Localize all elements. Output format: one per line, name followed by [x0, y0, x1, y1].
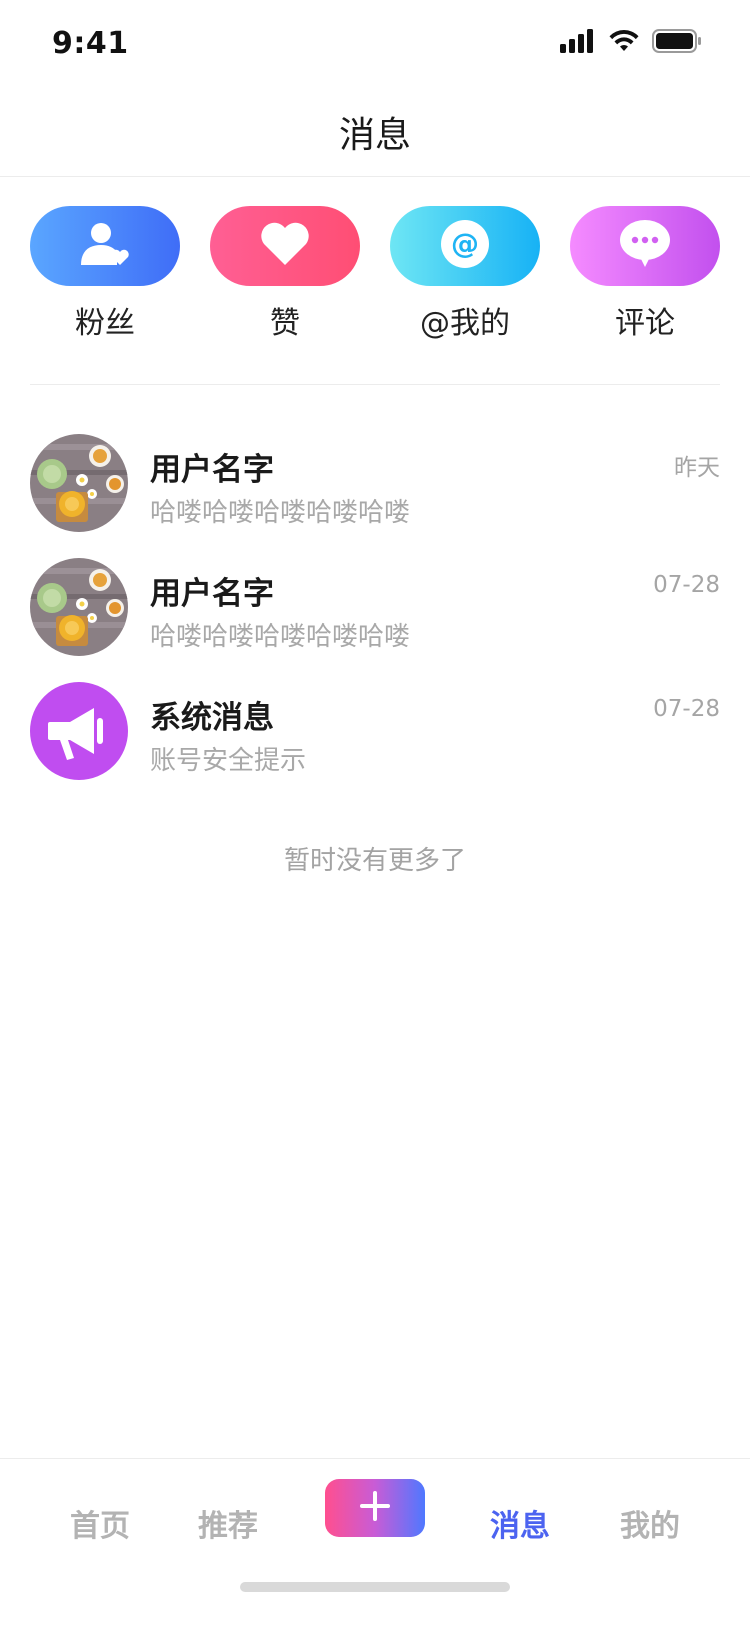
comments-pill[interactable]: [570, 206, 720, 286]
quick-action-label: @我的: [420, 306, 510, 341]
message-preview: 哈喽哈喽哈喽哈喽哈喽: [150, 498, 411, 528]
quick-actions: 粉丝 赞 @ @我的 评论: [30, 206, 720, 346]
message-sender-name: 用户名字: [150, 452, 274, 488]
cellular-signal-icon: [560, 29, 596, 57]
page-title: 消息: [338, 115, 411, 156]
message-item[interactable]: 用户名字 昨天 哈喽哈喽哈喽哈喽哈喽: [30, 434, 720, 534]
avatar[interactable]: [30, 558, 128, 656]
likes-pill[interactable]: [210, 206, 360, 286]
mentions-pill[interactable]: @: [390, 206, 540, 286]
heart-icon: [259, 221, 311, 271]
tab-profile[interactable]: 我的: [590, 1501, 710, 1545]
avatar[interactable]: [30, 682, 128, 780]
message-preview: 哈喽哈喽哈喽哈喽哈喽: [150, 622, 411, 652]
quick-action-mentions[interactable]: @ @我的: [390, 206, 540, 346]
message-time: 昨天: [674, 455, 720, 481]
food-photo-avatar: [30, 558, 128, 656]
svg-text:@: @: [451, 227, 479, 260]
tab-messages[interactable]: 消息: [460, 1501, 580, 1545]
status-icons: [560, 28, 702, 58]
message-sender-name: 用户名字: [150, 576, 274, 612]
at-sign-icon: @: [439, 218, 491, 274]
status-bar: 9:41: [0, 0, 750, 88]
quick-action-label: 赞: [270, 306, 300, 341]
food-photo-avatar: [30, 434, 128, 532]
divider: [30, 384, 720, 385]
message-item[interactable]: 用户名字 07-28 哈喽哈喽哈喽哈喽哈喽: [30, 558, 720, 658]
message-preview: 账号安全提示: [150, 746, 307, 776]
megaphone-icon: [48, 708, 103, 760]
battery-icon: [652, 29, 702, 57]
nav-bar: 消息: [0, 88, 750, 177]
avatar[interactable]: [30, 434, 128, 532]
wifi-icon: [608, 29, 640, 57]
list-end-text: 暂时没有更多了: [283, 846, 466, 876]
create-post-button[interactable]: [325, 1479, 425, 1537]
message-time: 07-28: [653, 696, 720, 722]
quick-action-fans[interactable]: 粉丝: [30, 206, 180, 346]
tab-recommend[interactable]: 推荐: [168, 1501, 288, 1545]
status-time: 9:41: [52, 26, 129, 61]
message-sender-name: 系统消息: [150, 700, 274, 736]
plus-icon: [359, 1490, 391, 1526]
quick-action-likes[interactable]: 赞: [210, 206, 360, 346]
quick-action-label: 评论: [615, 306, 675, 341]
tab-bar: 首页 推荐 消息 我的: [0, 1458, 750, 1625]
message-item-system[interactable]: 系统消息 07-28 账号安全提示: [30, 682, 720, 782]
tab-home[interactable]: 首页: [40, 1501, 160, 1545]
chat-bubble-icon: [618, 219, 672, 273]
message-time: 07-28: [653, 572, 720, 598]
quick-action-comments[interactable]: 评论: [570, 206, 720, 346]
home-indicator: [240, 1582, 510, 1592]
fans-pill[interactable]: [30, 206, 180, 286]
user-heart-icon: [79, 221, 131, 271]
quick-action-label: 粉丝: [75, 306, 135, 341]
